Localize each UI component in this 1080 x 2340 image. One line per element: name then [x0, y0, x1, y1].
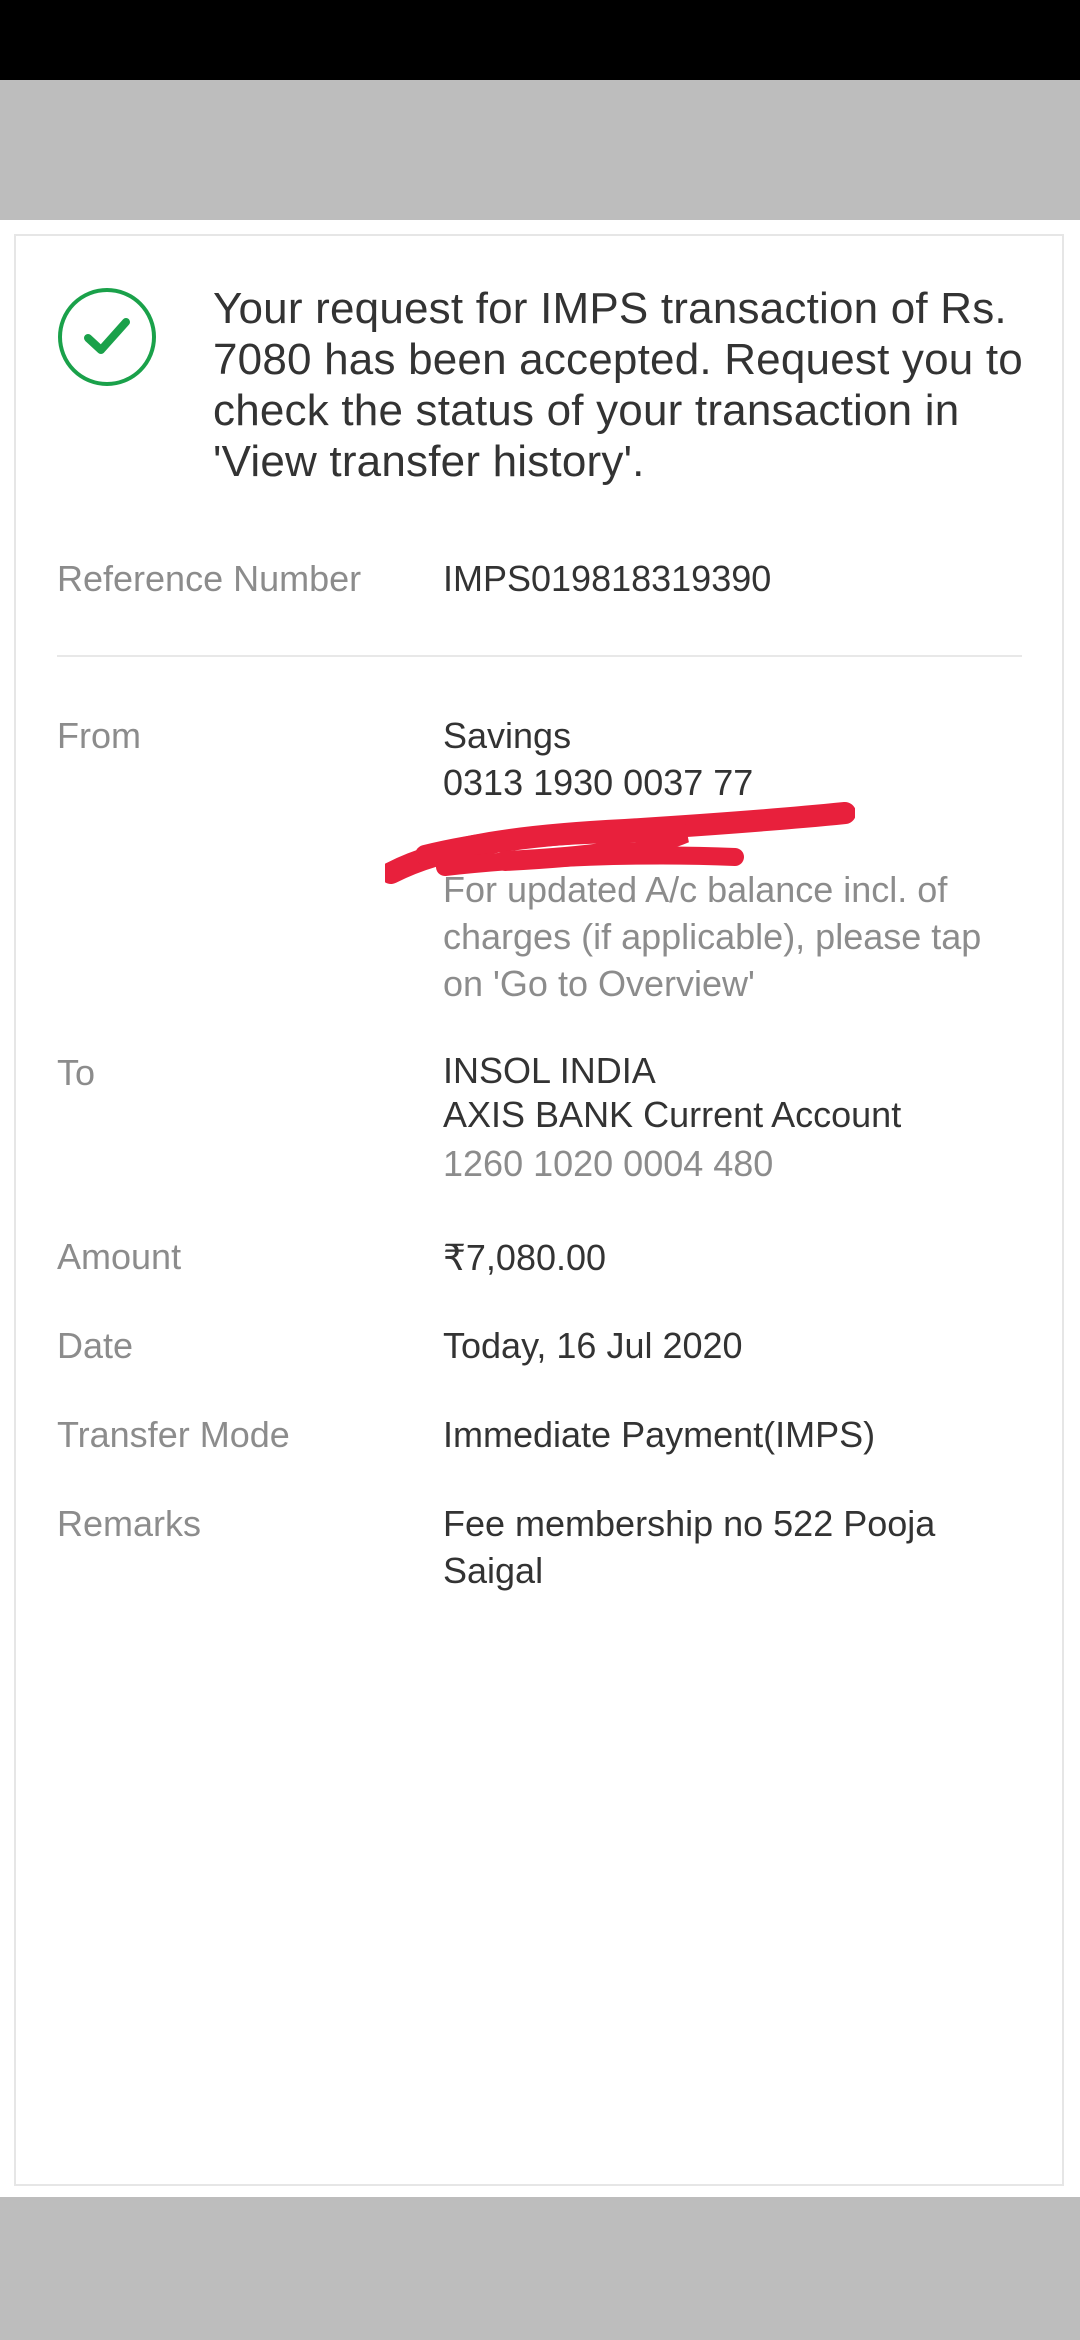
success-check-icon	[58, 288, 156, 386]
from-label: From	[57, 715, 141, 756]
reference-label: Reference Number	[57, 558, 362, 599]
transfer-mode-value: Immediate Payment(IMPS)	[443, 1414, 876, 1455]
divider	[57, 655, 1022, 657]
reference-value: IMPS019818319390	[443, 558, 772, 599]
status-bar	[0, 0, 1080, 80]
amount-label: Amount	[57, 1236, 182, 1277]
top-overlay	[0, 80, 1080, 220]
remarks-label: Remarks	[57, 1503, 202, 1544]
success-message: Your request for IMPS transaction of Rs.…	[213, 284, 1023, 486]
to-account-number: 1260 1020 0004 480	[443, 1143, 774, 1184]
redaction-scribble	[385, 802, 855, 884]
date-label: Date	[57, 1325, 134, 1366]
confirmation-card	[14, 234, 1064, 2186]
to-label: To	[57, 1052, 96, 1093]
bottom-overlay	[0, 2197, 1080, 2340]
transfer-mode-label: Transfer Mode	[57, 1414, 290, 1455]
amount-value: ₹7,080.00	[443, 1237, 607, 1278]
to-name: INSOL INDIA	[443, 1050, 656, 1091]
from-account-type: Savings	[443, 715, 572, 756]
date-value: Today, 16 Jul 2020	[443, 1325, 743, 1366]
remarks-value: Fee membership no 522 Pooja Saigal	[443, 1503, 936, 1591]
to-bank: AXIS BANK Current Account	[443, 1094, 902, 1135]
